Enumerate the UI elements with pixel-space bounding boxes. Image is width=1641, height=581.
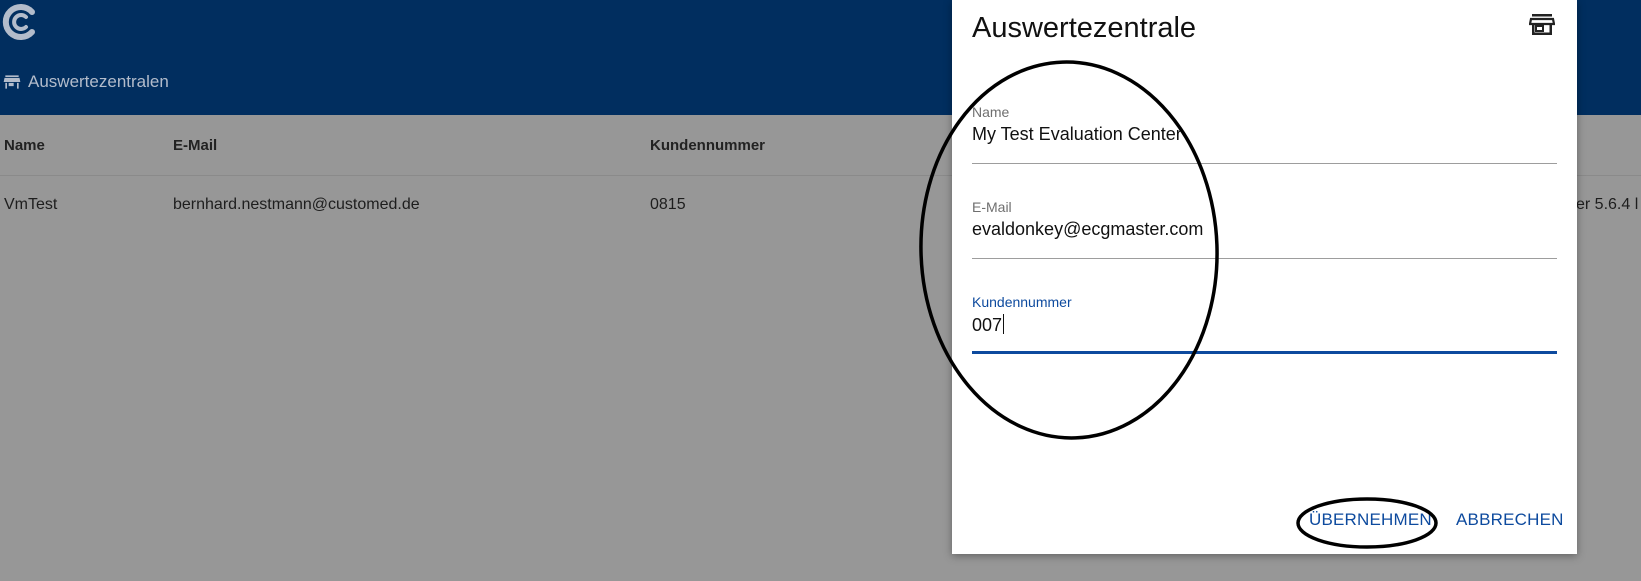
customer-number-field-value: 007 (972, 315, 1003, 335)
name-field-value[interactable]: My Test Evaluation Center (972, 124, 1182, 145)
apply-button[interactable]: ÜBERNEHMEN (1309, 510, 1432, 530)
text-caret (1003, 314, 1005, 334)
cell-name: VmTest (4, 196, 58, 213)
email-field-label: E-Mail (972, 199, 1012, 215)
customer-number-field[interactable]: Kundennummer 007 (972, 294, 1557, 354)
customed-logo-icon[interactable] (2, 2, 38, 42)
email-field-underline (972, 258, 1557, 259)
cancel-button[interactable]: ABBRECHEN (1456, 510, 1564, 530)
cell-version: ver 5.6.4 l (1568, 196, 1639, 213)
nav-item-label: Auswertezentralen (28, 72, 169, 91)
name-field-label: Name (972, 104, 1010, 120)
column-header-name[interactable]: Name (4, 137, 45, 154)
customer-number-field-underline (972, 351, 1557, 354)
customer-number-field-label: Kundennummer (972, 294, 1072, 310)
column-header-customer-number[interactable]: Kundennummer (650, 137, 765, 154)
customer-number-field-input[interactable]: 007 (972, 314, 1005, 336)
name-field[interactable]: Name My Test Evaluation Center (972, 104, 1557, 164)
dialog-title: Auswertezentrale (972, 12, 1197, 44)
email-field-value[interactable]: evaldonkey@ecgmaster.com (972, 219, 1203, 240)
column-header-email[interactable]: E-Mail (173, 137, 217, 154)
cell-email: bernhard.nestmann@customed.de (173, 196, 420, 213)
store-icon (2, 72, 22, 92)
cell-customer-number: 0815 (650, 196, 686, 213)
name-field-underline (972, 163, 1557, 164)
store-icon (1528, 13, 1556, 37)
nav-item-auswertezentralen[interactable]: Auswertezentralen (2, 72, 169, 92)
email-field[interactable]: E-Mail evaldonkey@ecgmaster.com (972, 199, 1557, 259)
evaluation-center-dialog: Auswertezentrale Name My Test Evaluation… (952, 0, 1577, 554)
